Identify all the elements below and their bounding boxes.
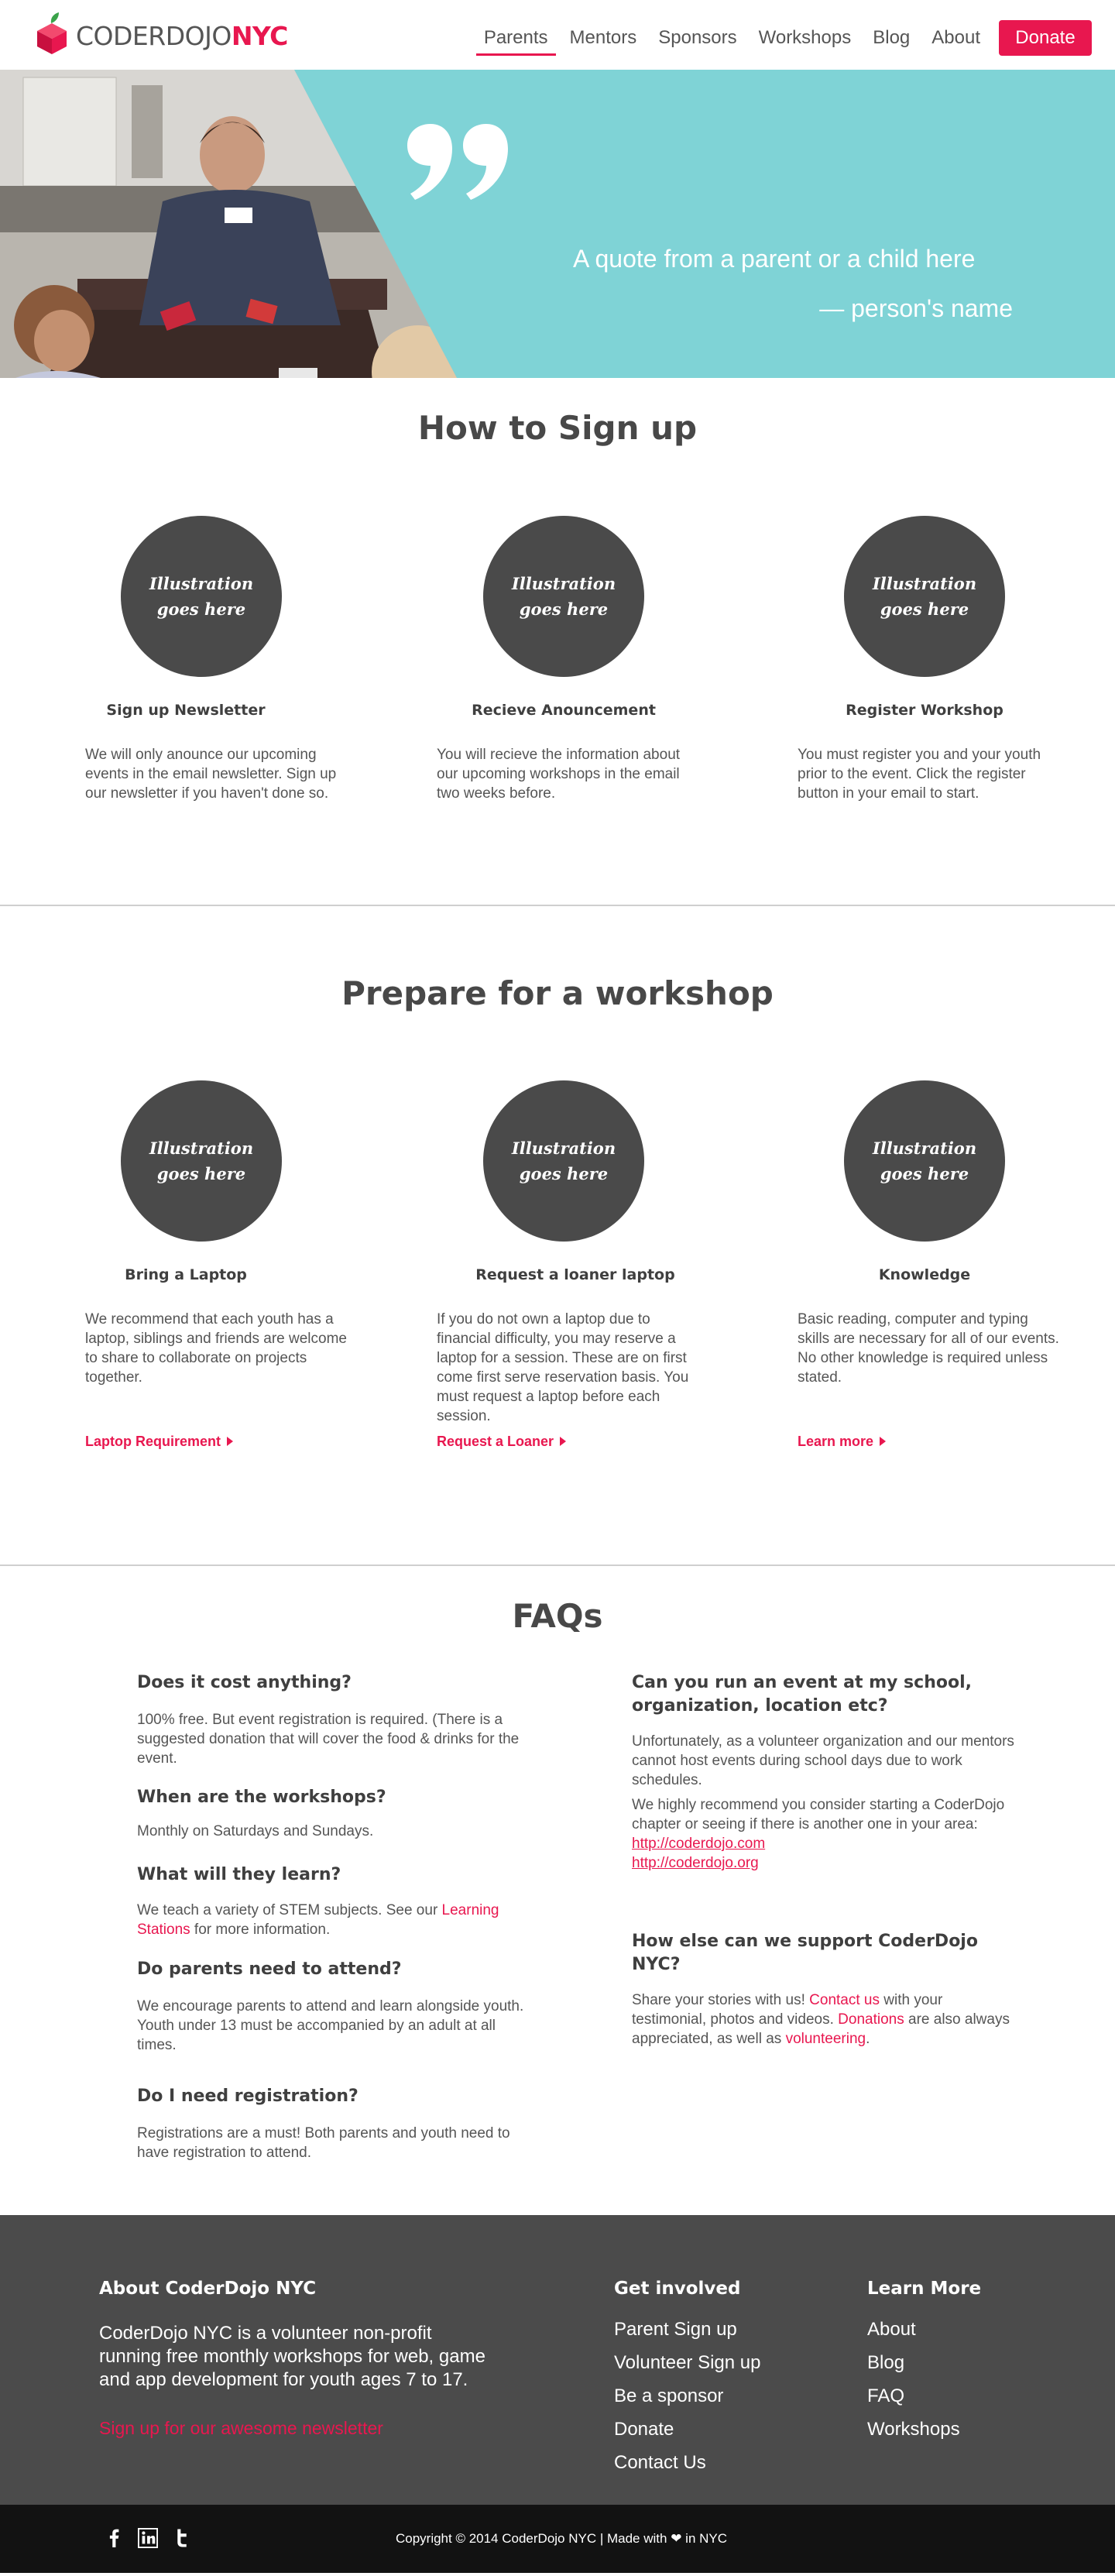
heart-icon: ❤ xyxy=(671,2531,682,2546)
card-title: Register Workshop xyxy=(846,702,1004,719)
illustration-placeholder: Illustration goes here xyxy=(844,1080,1005,1242)
hero-photo xyxy=(0,70,465,378)
footer-link-faq[interactable]: FAQ xyxy=(867,2379,960,2413)
quote-mark-icon xyxy=(407,124,508,200)
main-nav: Parents Mentors Sponsors Workshops Blog … xyxy=(473,20,1092,56)
faq-section: FAQs Does it cost anything? 100% free. B… xyxy=(0,1566,1115,2215)
arrow-right-icon xyxy=(880,1437,887,1446)
prepare-title: Prepare for a workshop xyxy=(341,974,774,1012)
signup-card-register: Illustration goes here Register Workshop… xyxy=(798,516,1061,802)
prepare-section: Prepare for a workshop Illustration goes… xyxy=(0,906,1115,1564)
hero-quote-author: — person's name xyxy=(819,294,1013,322)
faq-answer: Monthly on Saturdays and Sundays. xyxy=(137,1823,374,1839)
learn-more-link[interactable]: Learn more xyxy=(798,1434,887,1450)
faq-question: When are the workshops? xyxy=(137,1788,386,1807)
footer-link-be-sponsor[interactable]: Be a sponsor xyxy=(614,2379,760,2413)
hero-banner: A quote from a parent or a child here — … xyxy=(0,70,1115,378)
logo-text: CODERDOJONYC xyxy=(76,20,288,51)
illustration-placeholder: Illustration goes here xyxy=(483,1080,644,1242)
faq-answer: Share your stories with us! Contact us w… xyxy=(632,1992,1010,2047)
nav-about[interactable]: About xyxy=(931,21,980,55)
contact-us-link[interactable]: Contact us xyxy=(809,1992,880,2008)
faq-answer: We teach a variety of STEM subjects. See… xyxy=(137,1902,499,1938)
nav-sponsors[interactable]: Sponsors xyxy=(658,21,736,55)
cube-logo-icon xyxy=(37,12,67,54)
prepare-card-laptop: Illustration goes here Bring a Laptop We… xyxy=(85,1080,348,1449)
card-title: Bring a Laptop xyxy=(125,1266,247,1283)
illustration-placeholder: Illustration goes here xyxy=(121,516,282,677)
card-text: You must register you and your youth pri… xyxy=(798,747,1041,802)
card-text: We recommend that each youth has a lapto… xyxy=(85,1311,347,1386)
footer-learn-list: About Blog FAQ Workshops xyxy=(867,2313,960,2446)
card-text: You will recieve the information about o… xyxy=(437,747,681,802)
arrow-right-icon xyxy=(227,1437,234,1446)
prepare-card-loaner: Illustration goes here Request a loaner … xyxy=(437,1080,700,1449)
footer-link-blog[interactable]: Blog xyxy=(867,2346,960,2379)
arrow-right-icon xyxy=(560,1437,567,1446)
signup-title: How to Sign up xyxy=(417,409,698,447)
illustration-placeholder: Illustration goes here xyxy=(121,1080,282,1242)
coderdojo-org-link[interactable]: http://coderdojo.org xyxy=(632,1855,759,1871)
copyright-text: Copyright © 2014 CoderDojo NYC | Made wi… xyxy=(395,2531,728,2546)
faq-question: Do parents need to attend? xyxy=(137,1959,402,1979)
prepare-card-knowledge: Illustration goes here Knowledge Basic r… xyxy=(798,1080,1061,1449)
faq-answer: 100% free. But event registration is req… xyxy=(137,1712,520,1767)
donate-button[interactable]: Donate xyxy=(999,20,1092,56)
footer-link-donate[interactable]: Donate xyxy=(614,2413,760,2446)
card-title: Sign up Newsletter xyxy=(106,702,266,719)
footer-learn-title: Learn More xyxy=(867,2279,982,2299)
faq-answer: We encourage parents to attend and learn… xyxy=(137,1998,524,2053)
logo[interactable]: CODERDOJONYC xyxy=(36,11,288,56)
nav-blog[interactable]: Blog xyxy=(873,21,910,55)
card-title: Recieve Anouncement xyxy=(472,702,656,719)
nav-mentors[interactable]: Mentors xyxy=(570,21,637,55)
newsletter-signup-link[interactable]: Sign up for our awesome newsletter xyxy=(99,2418,383,2439)
card-text: If you do not own a laptop due to financ… xyxy=(437,1311,689,1424)
coderdojo-com-link[interactable]: http://coderdojo.com xyxy=(632,1836,765,1852)
footer-link-contact[interactable]: Contact Us xyxy=(614,2446,760,2479)
faq-title: FAQs xyxy=(512,1597,603,1635)
footer-involved-list: Parent Sign up Volunteer Sign up Be a sp… xyxy=(614,2313,760,2479)
faq-question: Do I need registration? xyxy=(137,2087,359,2106)
illustration-placeholder: Illustration goes here xyxy=(483,516,644,677)
nav-workshops[interactable]: Workshops xyxy=(759,21,852,55)
bottom-bar: Copyright © 2014 CoderDojo NYC | Made wi… xyxy=(0,2505,1115,2573)
footer-link-workshops[interactable]: Workshops xyxy=(867,2413,960,2446)
card-title: Knowledge xyxy=(878,1266,971,1283)
signup-section: How to Sign up Illustration goes here Si… xyxy=(0,378,1115,905)
faq-question: How else can we support CoderDojo NYC? xyxy=(632,1932,978,1974)
site-footer: About CoderDojo NYC CoderDojo NYC is a v… xyxy=(0,2215,1115,2505)
request-loaner-link[interactable]: Request a Loaner xyxy=(437,1434,567,1450)
faq-question: Can you run an event at my school, organ… xyxy=(632,1673,972,1716)
signup-card-newsletter: Illustration goes here Sign up Newslette… xyxy=(85,516,348,802)
site-header: CODERDOJONYC Parents Mentors Sponsors Wo… xyxy=(0,0,1115,70)
faq-answer: Registrations are a must! Both parents a… xyxy=(137,2125,510,2161)
card-text: We will only anounce our upcoming events… xyxy=(85,747,337,802)
card-title: Request a loaner laptop xyxy=(475,1266,675,1283)
faq-question: Does it cost anything? xyxy=(137,1673,352,1692)
footer-link-about[interactable]: About xyxy=(867,2313,960,2346)
signup-card-announcement: Illustration goes here Recieve Anounceme… xyxy=(437,516,700,802)
faq-answer: We highly recommend you consider startin… xyxy=(632,1797,1005,1871)
faq-answer: Unfortunately, as a volunteer organizati… xyxy=(632,1733,1014,1788)
nav-parents[interactable]: Parents xyxy=(475,21,556,56)
footer-involved-title: Get involved xyxy=(614,2279,741,2299)
donations-link[interactable]: Donations xyxy=(838,2011,904,2028)
faq-question: What will they learn? xyxy=(137,1865,341,1884)
footer-link-parent-signup[interactable]: Parent Sign up xyxy=(614,2313,760,2346)
footer-about-title: About CoderDojo NYC xyxy=(99,2279,317,2299)
volunteering-link[interactable]: volunteering xyxy=(786,2031,866,2047)
illustration-placeholder: Illustration goes here xyxy=(844,516,1005,677)
card-text: Basic reading, computer and typing skill… xyxy=(798,1311,1059,1386)
footer-link-volunteer-signup[interactable]: Volunteer Sign up xyxy=(614,2346,760,2379)
footer-about-text: CoderDojo NYC is a volunteer non-profit … xyxy=(99,2323,485,2390)
hero-quote: A quote from a parent or a child here xyxy=(573,245,976,273)
laptop-requirement-link[interactable]: Laptop Requirement xyxy=(85,1434,234,1450)
